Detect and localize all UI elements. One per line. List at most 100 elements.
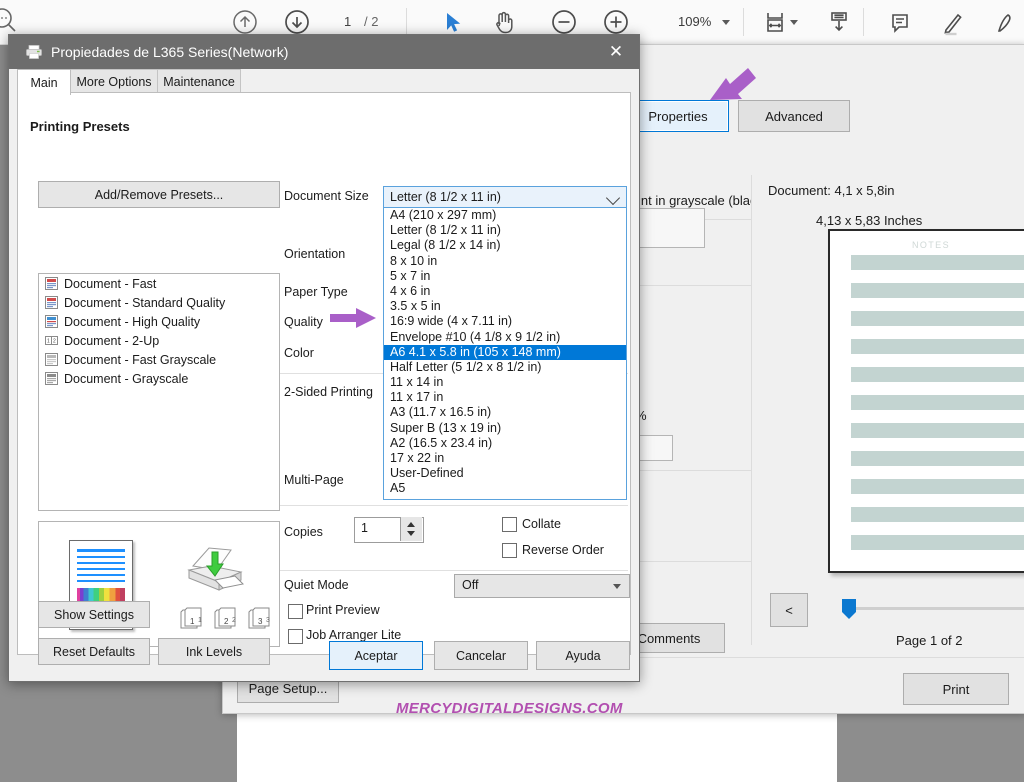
- dropdown-option[interactable]: A3 (11.7 x 16.5 in): [384, 405, 626, 420]
- collate-label: Collate: [522, 517, 561, 531]
- stepper-up-icon[interactable]: [407, 522, 415, 527]
- document-size-select[interactable]: Letter (8 1/2 x 11 in): [383, 186, 627, 209]
- reset-defaults-button[interactable]: Reset Defaults: [38, 638, 150, 665]
- dropdown-option[interactable]: Legal (8 1/2 x 14 in): [384, 238, 626, 253]
- print-preview-label: Print Preview: [306, 603, 380, 617]
- stepper-down-icon[interactable]: [407, 531, 415, 536]
- dropdown-option[interactable]: 3.5 x 5 in: [384, 299, 626, 314]
- preset-item[interactable]: Document - Fast Grayscale: [39, 350, 279, 369]
- svg-text:3: 3: [258, 617, 263, 626]
- printer-icon: [26, 45, 42, 59]
- orientation-label: Orientation: [284, 247, 345, 261]
- zoom-level-value[interactable]: 109%: [678, 14, 711, 29]
- quiet-mode-select[interactable]: Off: [454, 574, 630, 598]
- notes-line: [851, 367, 1024, 382]
- reverse-order-checkbox[interactable]: [502, 543, 517, 558]
- notes-line: [851, 395, 1024, 410]
- show-settings-button[interactable]: Show Settings: [38, 601, 150, 628]
- notes-line: [851, 311, 1024, 326]
- preset-two-up-icon: 12: [45, 334, 58, 347]
- chevron-down-icon[interactable]: [790, 20, 798, 25]
- notes-line: [851, 339, 1024, 354]
- comment-icon[interactable]: [884, 6, 916, 38]
- document-size-dropdown-list[interactable]: A4 (210 x 297 mm) Letter (8 1/2 x 11 in)…: [383, 207, 627, 500]
- ink-levels-button[interactable]: Ink Levels: [158, 638, 270, 665]
- preset-grayscale-icon: [45, 372, 58, 385]
- page-slider-track[interactable]: [844, 607, 1024, 610]
- dropdown-option[interactable]: 4 x 6 in: [384, 284, 626, 299]
- svg-text:2: 2: [224, 617, 229, 626]
- ok-button[interactable]: Aceptar: [329, 641, 423, 670]
- preset-item[interactable]: Document - Fast: [39, 274, 279, 293]
- print-preview-pane: Document: 4,1 x 5,8in 4,13 x 5,83 Inches…: [751, 175, 1024, 645]
- fit-page-icon[interactable]: [759, 6, 791, 38]
- printer-illustration: [179, 536, 251, 598]
- dropdown-option[interactable]: 8 x 10 in: [384, 254, 626, 269]
- toolbar-divider: [743, 8, 744, 36]
- divider: [280, 570, 628, 571]
- svg-text:3: 3: [266, 617, 270, 624]
- preset-item[interactable]: Document - Standard Quality: [39, 293, 279, 312]
- chevron-down-icon[interactable]: [722, 20, 730, 25]
- dropdown-option[interactable]: Envelope #10 (4 1/8 x 9 1/2 in): [384, 330, 626, 345]
- search-icon[interactable]: [0, 4, 20, 36]
- previous-page-button[interactable]: <: [770, 593, 808, 627]
- dropdown-option[interactable]: 16:9 wide (4 x 7.11 in): [384, 314, 626, 329]
- annotation-arrow-properties: [708, 66, 762, 111]
- print-button[interactable]: Print: [903, 673, 1009, 705]
- tab-maintenance[interactable]: Maintenance: [157, 69, 241, 94]
- dropdown-option[interactable]: A2 (16.5 x 23.4 in): [384, 436, 626, 451]
- chevron-down-icon[interactable]: [606, 191, 620, 205]
- dropdown-option[interactable]: User-Defined: [384, 466, 626, 481]
- svg-text:1: 1: [198, 617, 202, 624]
- divider: [280, 505, 628, 506]
- dropdown-option[interactable]: 5 x 7 in: [384, 269, 626, 284]
- dropdown-option-selected[interactable]: A6 4.1 x 5.8 in (105 x 148 mm): [384, 345, 626, 360]
- svg-text:1: 1: [47, 339, 50, 345]
- notes-line: [851, 423, 1024, 438]
- presets-list[interactable]: Document - Fast Document - Standard Qual…: [38, 273, 280, 511]
- tab-main[interactable]: Main: [17, 69, 71, 95]
- notes-line: [851, 479, 1024, 494]
- preset-label: Document - Standard Quality: [64, 296, 225, 310]
- notes-line: [851, 535, 1024, 550]
- dropdown-option[interactable]: 11 x 14 in: [384, 375, 626, 390]
- highlight-icon[interactable]: [936, 6, 968, 38]
- close-icon[interactable]: ✕: [593, 35, 639, 69]
- preset-label: Document - Grayscale: [64, 372, 188, 386]
- dialog-title: Propiedades de L365 Series(Network): [51, 44, 288, 60]
- preset-label: Document - 2-Up: [64, 334, 159, 348]
- preset-label: Document - Fast: [64, 277, 156, 291]
- dialog-titlebar[interactable]: Propiedades de L365 Series(Network) ✕: [9, 35, 639, 69]
- preset-item[interactable]: 12 Document - 2-Up: [39, 331, 279, 350]
- add-remove-presets-button[interactable]: Add/Remove Presets...: [38, 181, 280, 208]
- dropdown-option[interactable]: Half Letter (5 1/2 x 8 1/2 in): [384, 360, 626, 375]
- dropdown-option[interactable]: 11 x 17 in: [384, 390, 626, 405]
- tab-strip: Main More Options Maintenance: [17, 69, 631, 93]
- print-preview-checkbox[interactable]: [288, 604, 303, 619]
- dropdown-option[interactable]: Letter (8 1/2 x 11 in): [384, 223, 626, 238]
- tab-more-options[interactable]: More Options: [69, 69, 159, 94]
- page-indicator: Page 1 of 2: [896, 633, 963, 648]
- dropdown-option[interactable]: 17 x 22 in: [384, 451, 626, 466]
- dropdown-option[interactable]: A5: [384, 481, 626, 496]
- settings-thumbnail-panel: 1 1 2 2 3 3: [38, 521, 280, 647]
- job-arranger-checkbox[interactable]: [288, 629, 303, 644]
- paper-type-label: Paper Type: [284, 285, 348, 299]
- draw-icon[interactable]: [988, 6, 1020, 38]
- color-label: Color: [284, 346, 314, 360]
- dropdown-option[interactable]: A4 (210 x 297 mm): [384, 208, 626, 223]
- copies-stepper[interactable]: [400, 517, 422, 541]
- dropdown-option[interactable]: Super B (13 x 19 in): [384, 421, 626, 436]
- preset-item[interactable]: Document - Grayscale: [39, 369, 279, 388]
- cancel-button[interactable]: Cancelar: [434, 641, 528, 670]
- chevron-down-icon[interactable]: [613, 584, 621, 589]
- collate-checkbox[interactable]: [502, 517, 517, 532]
- preview-paper: NOTES: [828, 229, 1024, 573]
- page-slider-thumb[interactable]: [842, 599, 856, 619]
- help-button[interactable]: Ayuda: [536, 641, 630, 670]
- preset-item[interactable]: Document - High Quality: [39, 312, 279, 331]
- download-icon[interactable]: [823, 6, 855, 38]
- paper-size-note: 4,13 x 5,83 Inches: [816, 213, 922, 228]
- current-page-number[interactable]: 1: [344, 14, 351, 29]
